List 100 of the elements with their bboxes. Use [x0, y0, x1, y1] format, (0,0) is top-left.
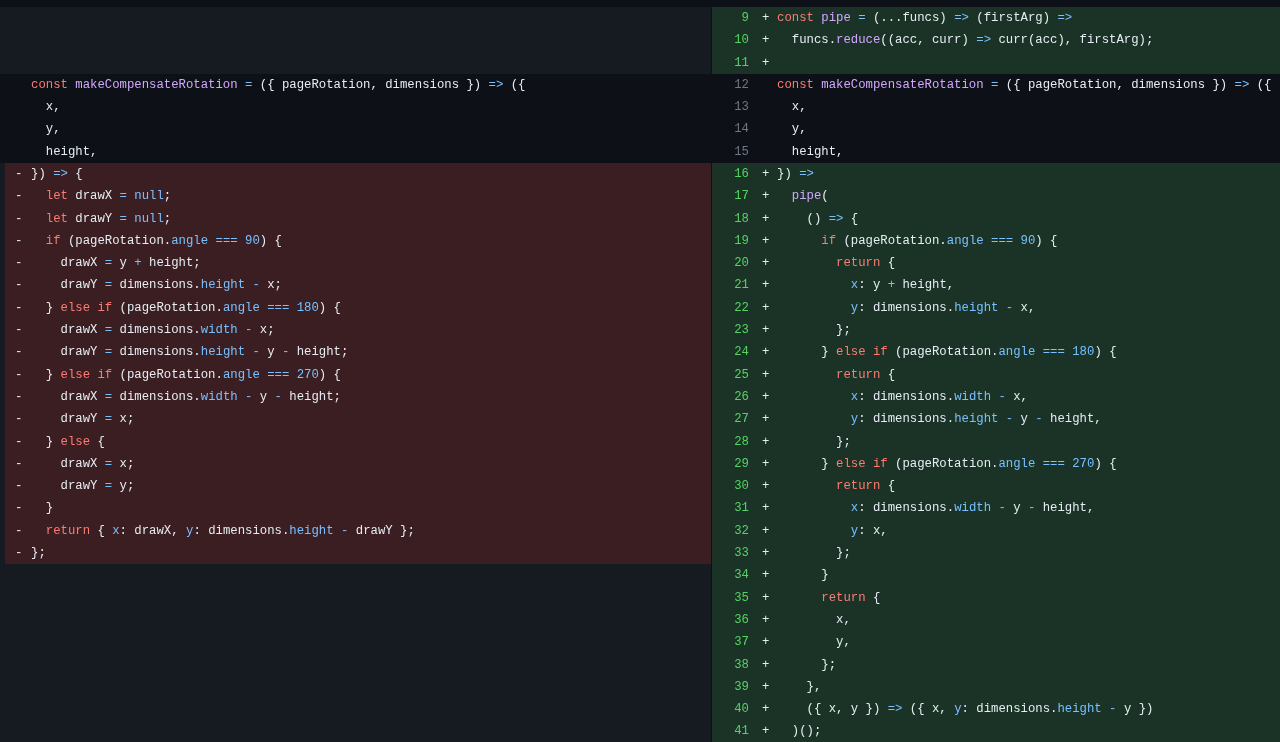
code-line: x,: [835, 611, 851, 629]
code-line: }: [820, 567, 829, 585]
diff-marker: -: [15, 323, 23, 338]
line-number: 9: [741, 10, 749, 25]
line-number: 13: [734, 100, 749, 115]
code-line: return {: [835, 255, 896, 273]
diff-marker: +: [762, 568, 770, 583]
diff-marker: -: [15, 456, 23, 471]
line-number: 30: [734, 479, 749, 494]
line-number: 11: [734, 55, 749, 70]
line-number: 33: [734, 546, 749, 561]
line-number: 25: [734, 367, 749, 382]
line-number: 22: [734, 300, 749, 315]
code-line: x: y + height,: [849, 277, 955, 295]
line-number: 27: [734, 412, 749, 427]
diff-marker: +: [762, 456, 770, 471]
code-line: drawX = dimensions.width - x;: [59, 322, 275, 340]
diff-marker: -: [15, 211, 23, 226]
diff-marker: +: [762, 546, 770, 561]
line-number: 26: [734, 389, 749, 404]
code-line: };: [835, 545, 851, 563]
diff-marker: +: [762, 389, 770, 404]
line-number: 16: [734, 167, 749, 181]
diff-marker: +: [762, 657, 770, 672]
code-line: let drawY = null;: [44, 210, 172, 228]
code-line: height,: [44, 143, 98, 161]
diff-marker: +: [762, 278, 770, 293]
line-number: 28: [734, 434, 749, 449]
code-line: x: dimensions.width - x,: [849, 388, 1028, 406]
diff-marker: -: [15, 523, 23, 538]
line-number: 18: [734, 211, 749, 226]
diff-marker: +: [762, 256, 770, 271]
code-line: const pipe = (...funcs) => (firstArg) =>: [777, 9, 1073, 27]
diff-marker: -: [15, 345, 23, 360]
line-number: 21: [734, 278, 749, 293]
diff-marker: +: [762, 189, 770, 204]
line-number: 19: [734, 233, 749, 248]
code-line: y: dimensions.height - x,: [849, 299, 1036, 317]
diff-marker: +: [762, 367, 770, 382]
diff-marker: -: [15, 412, 23, 427]
diff-marker: -: [15, 367, 23, 382]
code-line: },: [805, 678, 822, 696]
code-line: } else {: [44, 433, 105, 451]
diff-marker: +: [762, 702, 770, 717]
code-line: }: [44, 500, 54, 518]
code-line: return { x: drawX, y: dimensions.height - drawY };: [44, 522, 415, 540]
diff-marker: +: [762, 590, 770, 605]
diff-marker: +: [762, 523, 770, 538]
code-line: if (pageRotation.angle === 90) {: [44, 232, 282, 250]
diff-marker: +: [762, 679, 770, 694]
diff-marker: +: [762, 345, 770, 360]
code-line: x,: [44, 99, 61, 117]
diff-marker: -: [15, 167, 23, 181]
code-line: return {: [820, 589, 881, 607]
code-line: pipe(: [790, 188, 829, 206]
diff-marker: +: [762, 323, 770, 338]
diff-marker: -: [15, 434, 23, 449]
diff-marker: +: [762, 412, 770, 427]
line-number: 14: [734, 122, 749, 137]
diff-marker: -: [15, 501, 23, 516]
diff-marker: +: [762, 55, 770, 70]
diff-marker: +: [762, 300, 770, 315]
code-line: let drawX = null;: [44, 188, 172, 206]
code-line: )();: [790, 723, 822, 741]
code-line: drawY = y;: [59, 478, 135, 496]
code-line: }) =>: [777, 166, 814, 183]
diff-marker: +: [762, 635, 770, 650]
diff-marker: +: [762, 10, 770, 25]
diff-marker: +: [762, 434, 770, 449]
line-number: 37: [734, 635, 749, 650]
diff-marker: -: [15, 389, 23, 404]
code-line: }) => {: [31, 166, 83, 183]
code-line: x,: [790, 99, 807, 117]
code-line: y: x,: [849, 522, 888, 540]
diff-marker: +: [762, 33, 770, 48]
line-number: 12: [734, 77, 749, 92]
diff-marker: +: [762, 211, 770, 226]
code-line: drawY = dimensions.height - y - height;: [59, 344, 349, 362]
code-line: funcs.reduce((acc, curr) => curr(acc), firstArg);: [790, 32, 1154, 50]
line-number: 36: [734, 612, 749, 627]
code-line: const makeCompensateRotation = ({ pageRotation, dimensions }) => ({: [777, 76, 1272, 94]
diff-marker: +: [762, 724, 770, 739]
line-number: 40: [734, 702, 749, 717]
line-number: 29: [734, 456, 749, 471]
code-line: } else if (pageRotation.angle === 180) {: [44, 299, 341, 317]
code-line: };: [835, 433, 851, 451]
line-number: 15: [734, 144, 749, 159]
diff-marker: +: [762, 501, 770, 516]
code-line: const makeCompensateRotation = ({ pageRotation, dimensions }) => ({: [31, 76, 526, 94]
line-number: 32: [734, 523, 749, 538]
code-line: };: [835, 322, 851, 340]
code-line: };: [820, 656, 837, 674]
code-line: () => {: [805, 210, 859, 228]
line-number: 24: [734, 345, 749, 360]
diff-marker: +: [762, 233, 770, 248]
diff-marker: -: [15, 546, 23, 561]
line-number: 35: [734, 590, 749, 605]
line-number: 17: [734, 189, 749, 204]
code-line: drawX = y + height;: [59, 255, 201, 273]
code-line: drawX = dimensions.width - y - height;: [59, 388, 341, 406]
